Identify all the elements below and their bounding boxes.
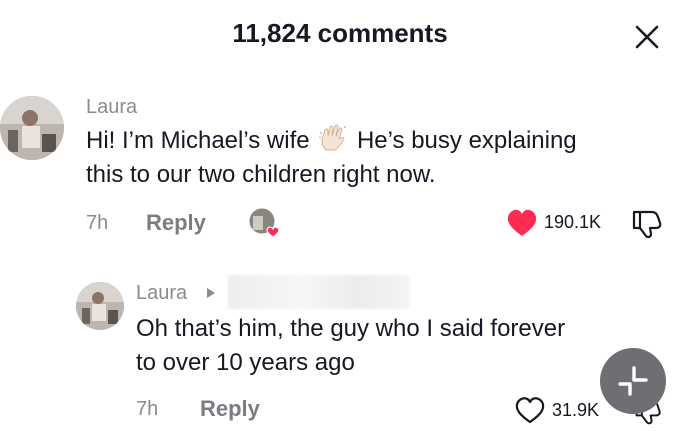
creator-heart-avatar [247, 206, 283, 240]
comment-text-part: He’s busy explaining [356, 127, 577, 154]
thumbs-down-icon[interactable] [630, 206, 664, 240]
comments-count-title: 11,824 comments [232, 18, 448, 48]
reply-username[interactable]: Laura [136, 282, 187, 305]
collapse-button[interactable] [600, 348, 666, 414]
comment-timestamp: 7h [86, 212, 109, 234]
heart-icon[interactable] [514, 395, 546, 425]
like-count: 190.1K [544, 212, 602, 232]
close-icon[interactable] [632, 22, 662, 52]
avatar[interactable] [76, 282, 124, 330]
comment-text-line: this to our two children right now. [86, 161, 436, 188]
reply-button[interactable]: Reply [146, 210, 206, 236]
reply-timestamp: 7h [136, 398, 159, 420]
avatar[interactable] [0, 96, 64, 160]
like-count: 31.9K [552, 400, 600, 420]
heart-icon[interactable] [506, 208, 538, 238]
redacted-username [228, 275, 410, 309]
reply-text-line: to over 10 years ago [136, 349, 355, 376]
waving-hand-emoji [318, 124, 348, 152]
reply-text-line: Oh that’s him, the guy who I said foreve… [136, 315, 566, 342]
comment-text-part: Hi! I’m Michael’s wife [86, 127, 310, 154]
reply-arrow-icon [205, 286, 217, 300]
comment-username[interactable]: Laura [86, 96, 137, 119]
comment-text: Hi! I’m Michael’s wife He’s busy explain… [86, 124, 577, 158]
reply-button[interactable]: Reply [200, 396, 260, 422]
collapse-icon [618, 366, 648, 396]
